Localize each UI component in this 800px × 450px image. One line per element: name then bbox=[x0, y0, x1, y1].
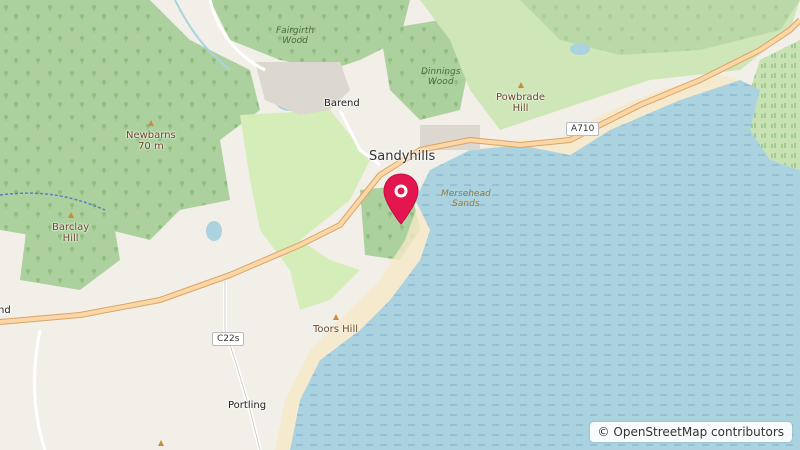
attribution[interactable]: © OpenStreetMap contributors bbox=[589, 422, 792, 442]
peak-icon bbox=[517, 82, 524, 88]
hill-powbrade: Powbrade Hill bbox=[496, 80, 545, 115]
loch-north bbox=[570, 43, 590, 55]
label-edge-fragment: nd bbox=[0, 305, 11, 316]
hill-barclay: Barclay Hill bbox=[52, 210, 89, 245]
peak-icon bbox=[147, 120, 154, 126]
peak-icon bbox=[332, 314, 339, 320]
label-toors-hill: Toors Hill bbox=[313, 323, 358, 335]
peak-icon bbox=[158, 440, 164, 446]
road-shield-a710: A710 bbox=[566, 122, 600, 136]
map-pin-icon[interactable] bbox=[382, 172, 420, 226]
label-powbrade-hill: Powbrade Hill bbox=[496, 91, 546, 115]
map-view[interactable]: Sandyhills Barend Portling Fairgirth Woo… bbox=[0, 0, 800, 450]
label-barclay-hill: Barclay Hill bbox=[52, 221, 90, 245]
peak-icon bbox=[67, 212, 74, 218]
label-portling: Portling bbox=[228, 400, 267, 411]
road-shield-c22s: C22s bbox=[212, 332, 245, 346]
label-sandyhills: Sandyhills bbox=[369, 149, 436, 164]
copyright-symbol: © bbox=[597, 425, 610, 439]
hill-south bbox=[158, 438, 164, 450]
attribution-text[interactable]: OpenStreetMap contributors bbox=[613, 425, 784, 439]
label-mersehead-sands: Mersehead Sands bbox=[441, 189, 491, 210]
label-dinnings-wood: Dinnings Wood bbox=[421, 67, 461, 88]
loch-small bbox=[206, 221, 222, 241]
label-newbarns: Newbarns 70 m bbox=[126, 129, 176, 153]
label-barend: Barend bbox=[324, 98, 360, 109]
hill-newbarns: Newbarns 70 m bbox=[126, 118, 176, 153]
label-fairgirth-wood: Fairgirth Wood bbox=[276, 26, 315, 47]
hill-toors: Toors Hill bbox=[313, 312, 358, 335]
